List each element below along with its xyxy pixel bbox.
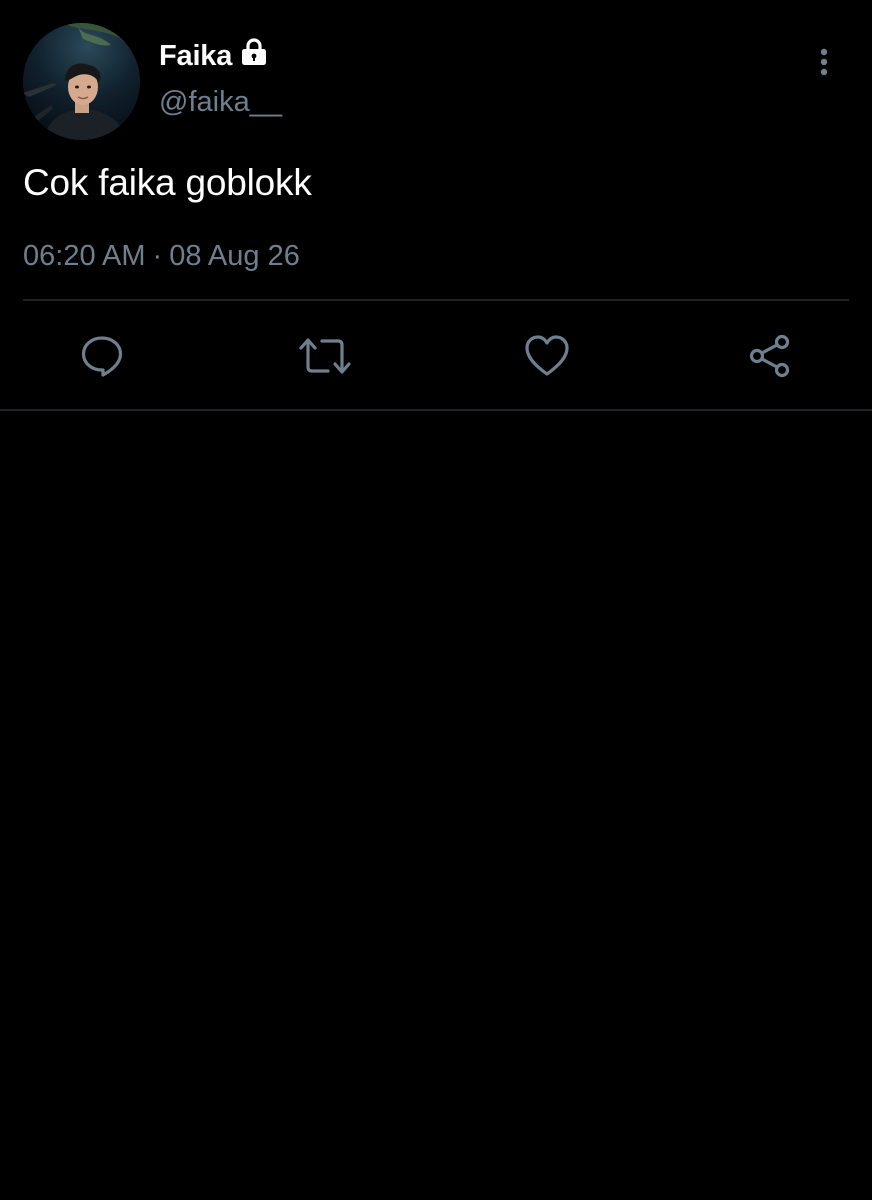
tweet-timestamp: 06:20 AM · 08 Aug 26 <box>23 240 300 273</box>
more-options-button[interactable] <box>808 42 840 82</box>
display-name-row: Faika <box>159 36 269 76</box>
retweet-icon <box>299 338 351 374</box>
lock-icon <box>239 37 269 72</box>
share-icon <box>749 334 790 378</box>
reply-icon <box>81 336 123 377</box>
tweet-detail: Faika @faika__ Cok faika goblokk 06:20 A… <box>0 0 872 1200</box>
more-vertical-icon <box>820 48 828 76</box>
divider <box>0 409 872 411</box>
avatar[interactable] <box>23 23 140 140</box>
retweet-button[interactable] <box>295 322 355 390</box>
display-name[interactable]: Faika <box>159 40 232 73</box>
tweet-time: 06:20 AM <box>23 240 146 272</box>
handle[interactable]: @faika__ <box>159 86 282 119</box>
action-bar <box>0 322 872 390</box>
like-button[interactable] <box>517 322 577 390</box>
share-button[interactable] <box>740 322 800 390</box>
tweet-text: Cok faika goblokk <box>23 162 312 203</box>
meta-separator: · <box>152 240 163 272</box>
tweet-date[interactable]: 08 Aug 26 <box>169 240 300 272</box>
reply-button[interactable] <box>72 322 132 390</box>
avatar-photo <box>23 23 140 140</box>
heart-icon <box>525 335 569 376</box>
divider <box>23 299 849 301</box>
